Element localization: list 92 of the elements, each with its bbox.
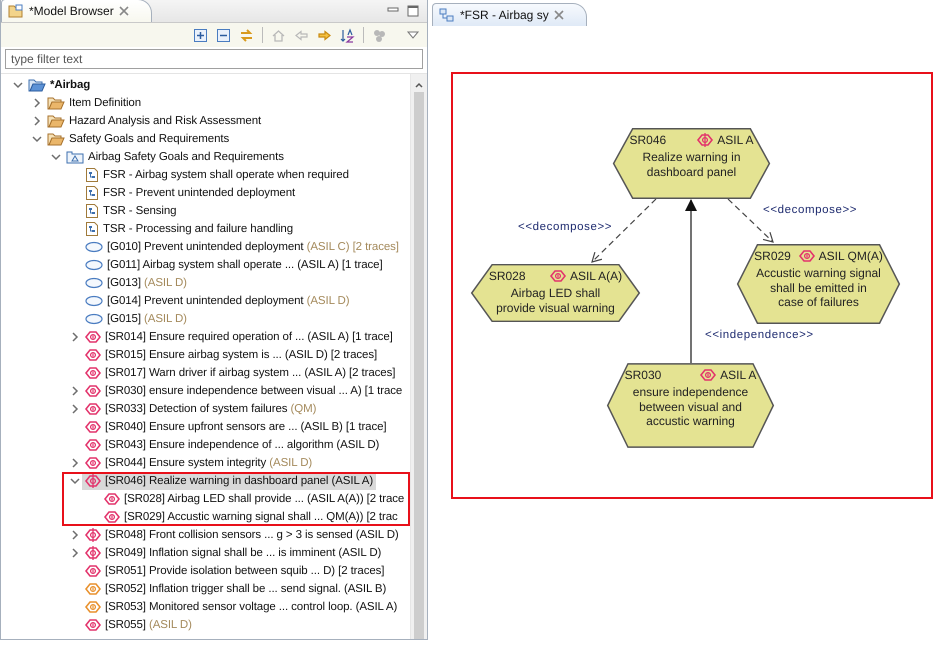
requirement-icon: [798, 249, 816, 263]
tree-item[interactable]: TSR - Processing and failure handling: [82, 220, 296, 238]
node-text: Airbag LED shall provide visual warning: [495, 286, 616, 315]
node-id: SR030: [624, 368, 662, 382]
asil-label: ASIL A(A): [570, 269, 622, 283]
goal-icon: [85, 277, 103, 289]
requirement-icon: [85, 528, 101, 542]
tree-item[interactable]: [G011] Airbag system shall operate ... (ASIL A) [1 trace]: [82, 256, 386, 274]
requirement-icon: [85, 546, 101, 560]
requirement-icon: [85, 330, 101, 344]
tree-item[interactable]: [SR052] Inflation trigger shall be ... send signal. (ASIL B): [82, 580, 390, 598]
tree-item[interactable]: [SR028] Airbag LED shall provide ... (ASIL A(A)) [2 trace: [101, 490, 408, 508]
tree-item[interactable]: [G015] (ASIL D): [82, 310, 190, 328]
close-icon[interactable]: [554, 10, 564, 20]
node-text: Realize warning in dashboard panel: [641, 150, 742, 179]
goal-icon: [85, 241, 103, 253]
node-text: ensure independence between visual and accustic warning: [632, 385, 750, 428]
tree-item[interactable]: Airbag Safety Goals and Requirements: [63, 148, 287, 166]
node-text: Accustic warning signal shall be emitted in case of failures: [756, 266, 881, 310]
goal-icon: [85, 259, 103, 271]
model-browser-tab[interactable]: *Model Browser: [1, 0, 152, 22]
maximize-icon[interactable]: [407, 5, 419, 17]
folder-icon: [47, 132, 65, 146]
tree-item[interactable]: [SR017] Warn driver if airbag system ... (ASIL A) [2 traces]: [82, 364, 398, 382]
requirement-icon: [104, 510, 120, 524]
tree-item[interactable]: [SR051] Provide isolation between squib ... D) [2 traces]: [82, 562, 388, 580]
tree-item[interactable]: [SR049] Inflation signal shall be ... is imminent (ASIL D): [82, 544, 384, 562]
requirement-icon: [85, 474, 101, 488]
folder-icon: [8, 4, 24, 18]
tree-item[interactable]: [SR029] Accustic warning signal shall ... QM(A)) [2 trac: [101, 508, 401, 526]
tree-item[interactable]: FSR - Prevent unintended deployment: [82, 184, 298, 202]
tree-item[interactable]: [SR033] Detection of system failures (QM): [82, 400, 320, 418]
diagram-icon: [85, 203, 99, 219]
tree-item[interactable]: [G013] (ASIL D): [82, 274, 190, 292]
edge-label: <<decompose>>: [763, 204, 858, 216]
goal-icon: [85, 295, 103, 307]
tree-item[interactable]: Item Definition: [44, 94, 144, 112]
folder-icon: [28, 78, 46, 92]
edge-label: <<decompose>>: [518, 221, 612, 233]
requirement-icon: [85, 618, 101, 632]
filter-field[interactable]: type filter text: [5, 49, 423, 69]
requirement-icon: [85, 564, 101, 578]
requirement-icon: [104, 492, 120, 506]
tree-item[interactable]: [SR014] Ensure required operation of ... (ASIL A) [1 trace]: [82, 328, 396, 346]
scrollbar-thumb[interactable]: [414, 92, 424, 639]
requirement-icon: [85, 420, 101, 434]
node-id: SR029: [754, 249, 791, 263]
requirement-icon: [696, 133, 714, 147]
tree-item[interactable]: TSR - Sensing: [82, 202, 180, 220]
tree-item[interactable]: [SR030] ensure independence between visual ... A) [1 trace: [82, 382, 406, 400]
diagram-icon: [439, 8, 455, 22]
tree-item[interactable]: [G010] Prevent unintended deployment (ASIL C) [2 traces]: [82, 238, 402, 256]
asil-label: ASIL QM(A): [818, 249, 883, 263]
goal-icon: [85, 313, 103, 325]
tree-item[interactable]: [SR048] Front collision sensors ... g > 3 is sensed (ASIL D): [82, 526, 402, 544]
tree-item[interactable]: Safety Goals and Requirements: [44, 130, 232, 148]
requirement-icon: [85, 348, 101, 362]
tree-item[interactable]: FSR - Airbag system shall operate when required: [82, 166, 352, 184]
asil-label: ASIL A: [720, 368, 756, 382]
requirement-icon: [85, 402, 101, 416]
diagram-tab[interactable]: *FSR - Airbag sy: [432, 3, 587, 26]
tree-item[interactable]: [G014] Prevent unintended deployment (ASIL D): [82, 292, 352, 310]
requirement-icon: [85, 582, 101, 596]
asil-label: ASIL A: [717, 133, 754, 147]
tree-item[interactable]: *Airbag: [25, 76, 94, 94]
tree-item[interactable]: [SR015] Ensure airbag system is ... (ASIL D) [2 traces]: [82, 346, 380, 364]
node-id: SR028: [488, 269, 526, 283]
tree-item[interactable]: [SR040] Ensure upfront sensors are ... (ASIL B) [1 trace]: [82, 418, 390, 436]
requirement-icon: [85, 366, 101, 380]
requirement-icon: [699, 368, 718, 382]
diagram-icon: [85, 167, 99, 183]
view-menu-icon[interactable]: [407, 31, 419, 39]
node-id: SR046: [629, 133, 666, 147]
folder-icon: [47, 114, 65, 128]
requirement-icon: [548, 269, 567, 283]
tree-item[interactable]: [SR053] Monitored sensor voltage ... control loop. (ASIL A): [82, 598, 400, 616]
folder-icon: [47, 96, 65, 110]
tree-item[interactable]: [SR043] Ensure independence of ... algorithm (ASIL D): [82, 436, 382, 454]
scroll-up-icon[interactable]: [414, 80, 424, 90]
tree-item[interactable]: [SR044] Ensure system integrity (ASIL D): [82, 454, 316, 472]
requirement-icon: [85, 438, 101, 452]
requirement-icon: [85, 456, 101, 470]
diagram-icon: [85, 221, 99, 237]
close-icon[interactable]: [118, 6, 129, 16]
requirement-icon: [85, 600, 101, 614]
diagram-icon: [85, 185, 99, 201]
tree-item[interactable]: Hazard Analysis and Risk Assessment: [44, 112, 264, 130]
tree-item[interactable]: [SR055] (ASIL D): [82, 616, 195, 634]
package-icon: [66, 150, 84, 164]
requirement-icon: [85, 384, 101, 398]
edge-label: <<independence>>: [705, 329, 814, 341]
scrollbar[interactable]: [410, 74, 427, 639]
